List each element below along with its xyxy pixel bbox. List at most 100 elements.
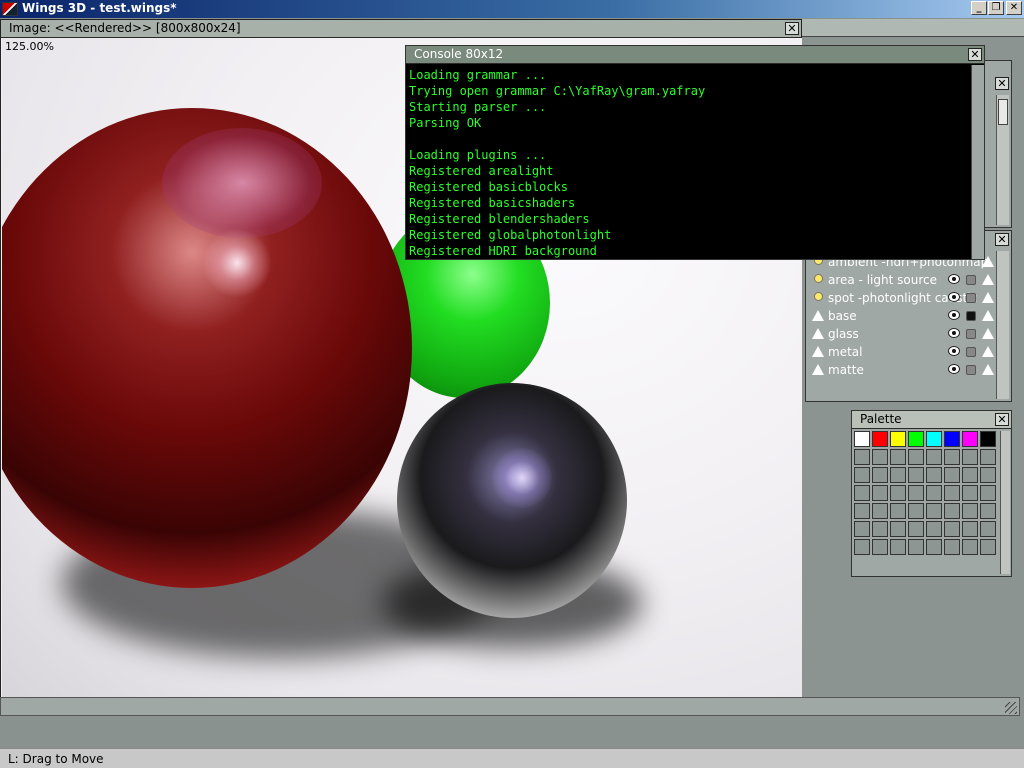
eye-icon[interactable]	[948, 310, 960, 320]
palette-empty-swatch[interactable]	[980, 503, 996, 519]
eye-icon[interactable]	[948, 364, 960, 374]
palette-empty-swatch[interactable]	[926, 449, 942, 465]
top-panel-scrollbar[interactable]	[996, 95, 1009, 225]
palette-empty-swatch[interactable]	[908, 539, 924, 555]
material-triangle-icon[interactable]	[982, 274, 994, 285]
eye-icon[interactable]	[948, 292, 960, 302]
eye-icon[interactable]	[948, 274, 960, 284]
palette-empty-swatch[interactable]	[890, 521, 906, 537]
lock-icon[interactable]	[966, 275, 976, 285]
console-scrollbar[interactable]	[971, 65, 984, 259]
palette-empty-swatch[interactable]	[962, 539, 978, 555]
palette-empty-swatch[interactable]	[980, 449, 996, 465]
outliner-item-spot[interactable]: spot -photonlight caustic	[808, 289, 996, 307]
palette-empty-swatch[interactable]	[890, 539, 906, 555]
top-panel-scroll-thumb[interactable]	[998, 99, 1008, 125]
palette-color-swatch[interactable]	[908, 431, 924, 447]
palette-empty-swatch[interactable]	[980, 485, 996, 501]
palette-empty-swatch[interactable]	[980, 521, 996, 537]
palette-empty-swatch[interactable]	[962, 485, 978, 501]
palette-title[interactable]: Palette	[852, 411, 1011, 429]
app-titlebar[interactable]: Wings 3D - test.wings* _ ❐ ✕	[0, 0, 1024, 18]
palette-empty-swatch[interactable]	[908, 467, 924, 483]
palette-empty-swatch[interactable]	[872, 503, 888, 519]
lock-icon[interactable]	[966, 365, 976, 375]
close-app-button[interactable]: ✕	[1006, 1, 1022, 15]
palette-color-swatch[interactable]	[962, 431, 978, 447]
palette-empty-swatch[interactable]	[872, 449, 888, 465]
outliner-item-metal[interactable]: metal	[808, 343, 996, 361]
material-triangle-icon[interactable]	[982, 292, 994, 303]
palette-empty-swatch[interactable]	[926, 539, 942, 555]
outliner-close-button[interactable]: ✕	[995, 233, 1009, 246]
palette-empty-swatch[interactable]	[872, 467, 888, 483]
palette-empty-swatch[interactable]	[872, 539, 888, 555]
palette-color-swatch[interactable]	[872, 431, 888, 447]
top-panel-close-button[interactable]: ✕	[995, 77, 1009, 90]
palette-empty-swatch[interactable]	[854, 539, 870, 555]
lock-icon[interactable]	[966, 293, 976, 303]
palette-empty-swatch[interactable]	[962, 467, 978, 483]
palette-empty-swatch[interactable]	[926, 521, 942, 537]
palette-scrollbar[interactable]	[1000, 431, 1010, 574]
console-title[interactable]: Console 80x12	[406, 46, 984, 64]
image-window-title[interactable]: Image: <<Rendered>> [800x800x24]	[1, 20, 801, 38]
palette-empty-swatch[interactable]	[854, 485, 870, 501]
palette-empty-swatch[interactable]	[908, 485, 924, 501]
palette-empty-swatch[interactable]	[890, 503, 906, 519]
palette-empty-swatch[interactable]	[872, 485, 888, 501]
material-triangle-icon[interactable]	[982, 310, 994, 321]
window-resize-grip[interactable]	[1005, 702, 1017, 714]
palette-empty-swatch[interactable]	[854, 503, 870, 519]
material-triangle-icon[interactable]	[982, 364, 994, 375]
palette-empty-swatch[interactable]	[962, 449, 978, 465]
outliner-item-base[interactable]: base	[808, 307, 996, 325]
palette-empty-swatch[interactable]	[890, 485, 906, 501]
palette-empty-swatch[interactable]	[980, 539, 996, 555]
palette-empty-swatch[interactable]	[854, 449, 870, 465]
palette-empty-swatch[interactable]	[944, 485, 960, 501]
outliner-scrollbar[interactable]	[996, 251, 1009, 399]
palette-empty-swatch[interactable]	[926, 467, 942, 483]
palette-empty-swatch[interactable]	[944, 539, 960, 555]
palette-empty-swatch[interactable]	[944, 449, 960, 465]
palette-color-swatch[interactable]	[980, 431, 996, 447]
restore-button[interactable]: ❐	[988, 1, 1004, 15]
palette-empty-swatch[interactable]	[890, 449, 906, 465]
palette-empty-swatch[interactable]	[926, 503, 942, 519]
palette-empty-swatch[interactable]	[926, 485, 942, 501]
palette-color-swatch[interactable]	[944, 431, 960, 447]
palette-panel[interactable]: Palette ✕	[851, 410, 1012, 577]
eye-icon[interactable]	[948, 328, 960, 338]
lock-icon[interactable]	[966, 329, 976, 339]
palette-empty-swatch[interactable]	[944, 521, 960, 537]
palette-color-swatch[interactable]	[926, 431, 942, 447]
material-triangle-icon[interactable]	[982, 346, 994, 357]
console-window[interactable]: Console 80x12 ✕ Loading grammar ... Tryin…	[405, 45, 985, 260]
palette-close-button[interactable]: ✕	[995, 413, 1009, 426]
eye-icon[interactable]	[948, 346, 960, 356]
outliner-item-area[interactable]: area - light source	[808, 271, 996, 289]
palette-empty-swatch[interactable]	[980, 467, 996, 483]
palette-empty-swatch[interactable]	[854, 521, 870, 537]
palette-color-swatch[interactable]	[890, 431, 906, 447]
palette-empty-swatch[interactable]	[872, 521, 888, 537]
palette-empty-swatch[interactable]	[944, 503, 960, 519]
material-triangle-icon[interactable]	[982, 328, 994, 339]
wings-logo-icon[interactable]	[2, 2, 18, 16]
palette-color-swatch[interactable]	[854, 431, 870, 447]
palette-empty-swatch[interactable]	[908, 449, 924, 465]
palette-empty-swatch[interactable]	[944, 467, 960, 483]
minimize-button[interactable]: _	[971, 1, 987, 15]
outliner-item-matte[interactable]: matte	[808, 361, 996, 379]
console-close-button[interactable]: ✕	[968, 48, 982, 61]
palette-empty-swatch[interactable]	[962, 521, 978, 537]
lock-icon[interactable]	[966, 347, 976, 357]
outliner-item-glass[interactable]: glass	[808, 325, 996, 343]
image-window-close-button[interactable]: ✕	[785, 22, 799, 35]
palette-empty-swatch[interactable]	[890, 467, 906, 483]
lock-icon[interactable]	[966, 311, 976, 321]
palette-empty-swatch[interactable]	[908, 521, 924, 537]
palette-empty-swatch[interactable]	[962, 503, 978, 519]
palette-empty-swatch[interactable]	[908, 503, 924, 519]
